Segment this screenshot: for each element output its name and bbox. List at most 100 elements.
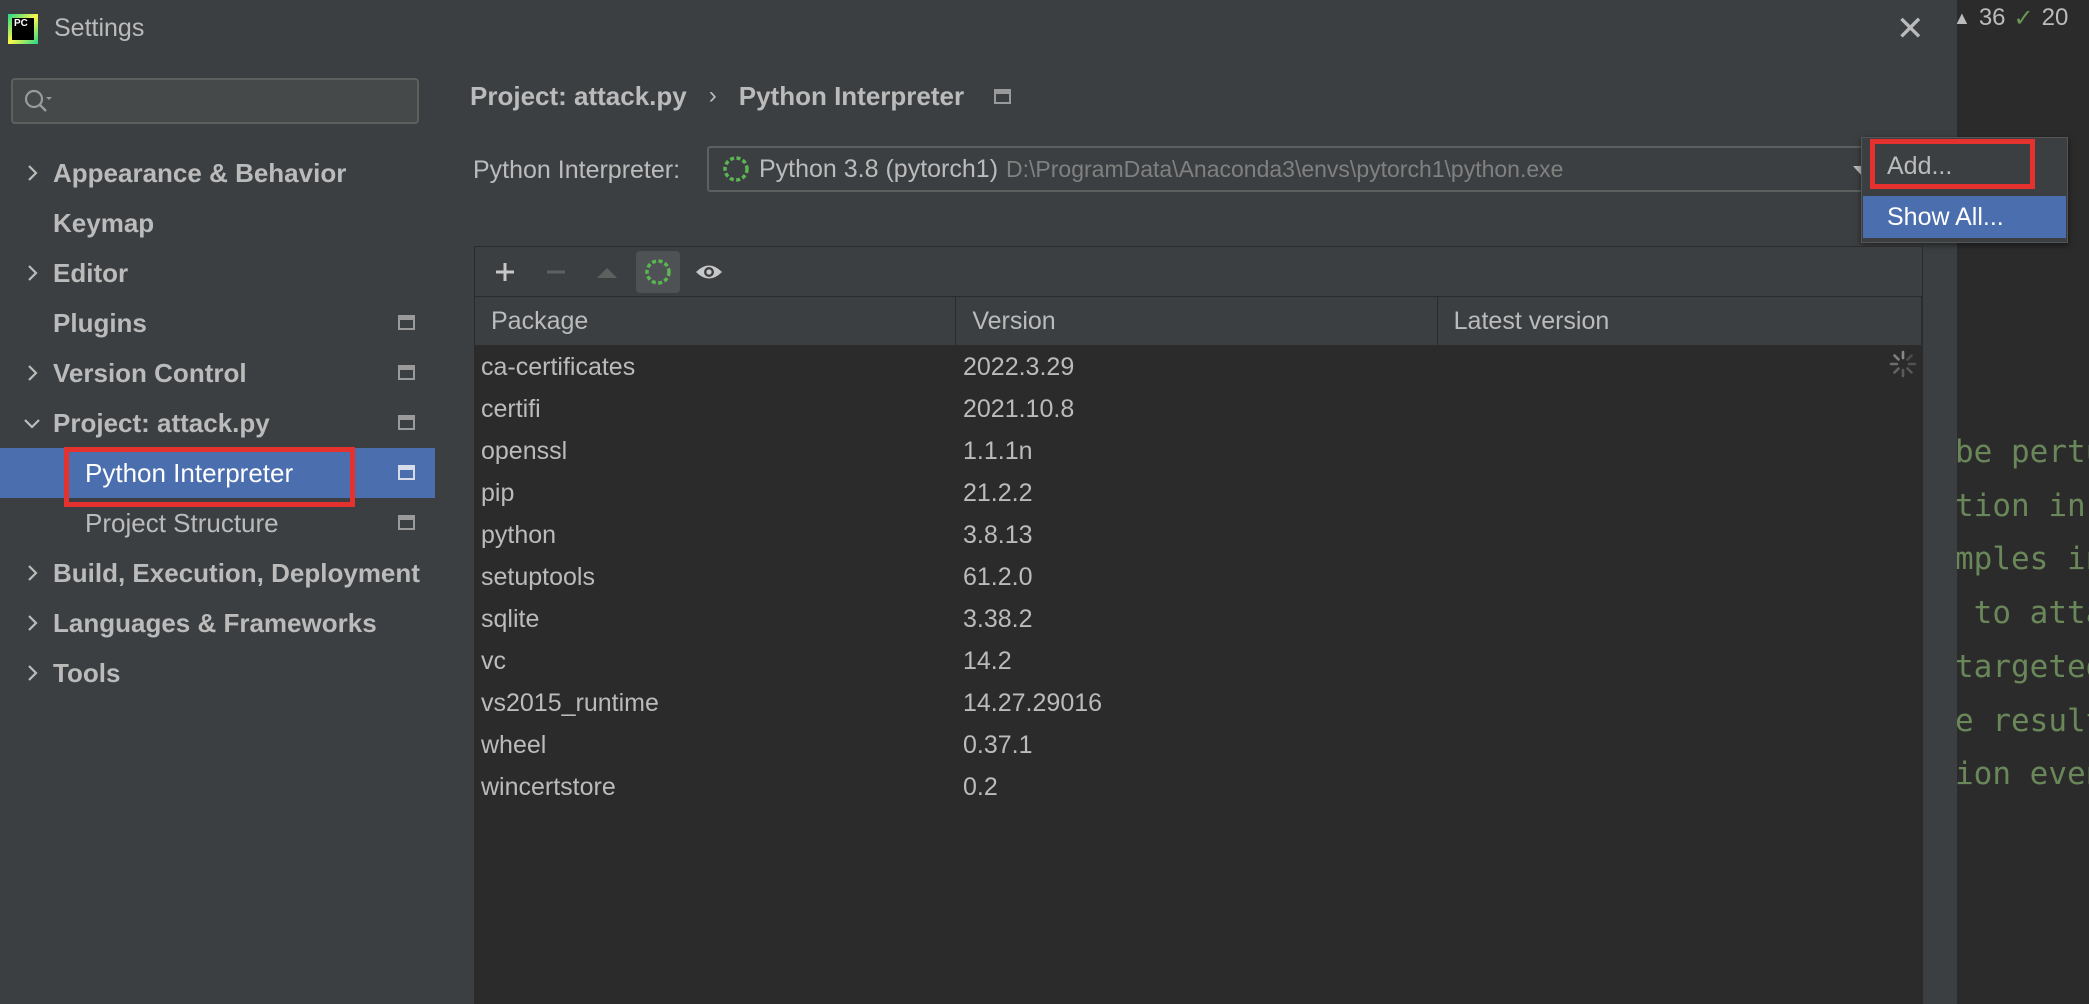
settings-tree: Appearance & Behavior Keymap Editor Plugins… xyxy=(0,148,435,698)
project-scope-icon xyxy=(398,515,415,530)
chevron-right-icon[interactable] xyxy=(22,663,42,683)
sidebar-item-label: Keymap xyxy=(53,207,155,238)
table-row[interactable]: openssl 1.1.1n xyxy=(475,430,1922,472)
code-line: be pertu xyxy=(1955,434,2089,470)
packages-table-header: Package Version Latest version xyxy=(475,297,1922,346)
package-version: 21.2.2 xyxy=(963,478,1033,507)
package-version: 2022.3.29 xyxy=(963,352,1075,381)
breadcrumb: Project: attack.py › Python Interpreter xyxy=(470,78,1012,114)
table-row[interactable]: sqlite 3.38.2 xyxy=(475,598,1922,640)
table-row[interactable]: vs2015_runtime 14.27.29016 xyxy=(475,682,1922,724)
package-name: openssl xyxy=(481,436,568,465)
pycharm-logo-icon: PC xyxy=(8,14,38,44)
package-name: wincertstore xyxy=(481,772,616,801)
package-version: 61.2.0 xyxy=(963,562,1033,591)
check-count: 20 xyxy=(2041,4,2069,31)
sidebar-item-languages-frameworks[interactable]: Languages & Frameworks xyxy=(0,598,435,648)
chevron-right-icon[interactable] xyxy=(22,163,42,183)
conda-env-icon xyxy=(723,156,749,182)
table-row[interactable]: ca-certificates 2022.3.29 xyxy=(475,346,1922,388)
package-name: ca-certificates xyxy=(481,352,636,381)
menu-item-show-all[interactable]: Show All... xyxy=(1863,196,2066,238)
menu-item-add[interactable]: Add... xyxy=(1863,146,2066,186)
sidebar-item-keymap[interactable]: Keymap xyxy=(0,198,435,248)
sidebar-item-label: Languages & Frameworks xyxy=(53,607,377,638)
show-early-releases-button[interactable] xyxy=(687,251,731,293)
chevron-right-icon[interactable] xyxy=(22,263,42,283)
package-name: setuptools xyxy=(481,562,595,591)
sidebar-item-project-attack-py[interactable]: Project: attack.py xyxy=(0,398,435,448)
sidebar-item-label: Plugins xyxy=(53,307,147,338)
column-header-package[interactable]: Package xyxy=(475,297,957,346)
warning-count: 36 xyxy=(1978,4,2006,31)
chevron-right-icon[interactable] xyxy=(22,563,42,583)
package-version: 0.2 xyxy=(963,772,998,801)
use-conda-button[interactable] xyxy=(636,251,680,293)
table-row[interactable]: wincertstore 0.2 xyxy=(475,766,1922,808)
package-version: 1.1.1n xyxy=(963,436,1033,465)
close-button[interactable]: ✕ xyxy=(1896,12,1925,46)
package-name: python xyxy=(481,520,557,549)
eye-icon xyxy=(696,265,722,279)
sidebar-item-project-structure[interactable]: Project Structure xyxy=(0,498,435,548)
table-row[interactable]: certifi 2021.10.8 xyxy=(475,388,1922,430)
sidebar-item-version-control[interactable]: Version Control xyxy=(0,348,435,398)
package-version: 0.37.1 xyxy=(963,730,1033,759)
code-line: targeted xyxy=(1955,648,2089,685)
code-line: to atta xyxy=(1973,595,2089,632)
sidebar-item-tools[interactable]: Tools xyxy=(0,648,435,698)
code-line: ion even xyxy=(1955,756,2089,793)
table-row[interactable]: vc 14.2 xyxy=(475,640,1922,682)
project-scope-icon xyxy=(994,88,1012,104)
table-row[interactable]: setuptools 61.2.0 xyxy=(475,556,1922,598)
sidebar-item-label: Python Interpreter xyxy=(85,457,294,488)
package-version: 2021.10.8 xyxy=(963,394,1075,423)
sidebar-item-appearance-behavior[interactable]: Appearance & Behavior xyxy=(0,148,435,198)
sidebar-item-build-execution-deployment[interactable]: Build, Execution, Deployment xyxy=(0,548,435,598)
sidebar-item-label: Editor xyxy=(53,257,129,288)
search-input[interactable] xyxy=(61,84,411,120)
sidebar-item-label: Project: attack.py xyxy=(53,407,270,438)
project-scope-icon xyxy=(398,415,415,430)
interpreter-name: Python 3.8 (pytorch1) xyxy=(759,154,999,183)
column-header-version[interactable]: Version xyxy=(956,297,1438,346)
sidebar-item-python-interpreter[interactable]: Python Interpreter xyxy=(0,448,435,498)
window-title: Settings xyxy=(54,14,145,42)
package-name: vc xyxy=(481,646,506,675)
package-version: 14.27.29016 xyxy=(963,688,1103,717)
uninstall-package-button[interactable] xyxy=(534,251,578,293)
breadcrumb-current: Python Interpreter xyxy=(738,80,965,111)
install-package-button[interactable] xyxy=(483,251,527,293)
package-name: certifi xyxy=(481,394,541,423)
breadcrumb-parent[interactable]: Project: attack.py xyxy=(470,81,687,112)
sidebar-item-label: Version Control xyxy=(53,357,247,388)
settings-search-field[interactable] xyxy=(11,78,419,124)
check-icon: ✓ xyxy=(2013,4,2034,32)
table-row[interactable]: wheel 0.37.1 xyxy=(475,724,1922,766)
sidebar-item-plugins[interactable]: Plugins xyxy=(0,298,435,348)
package-name: vs2015_runtime xyxy=(481,688,659,717)
title-bar: PC Settings ✕ xyxy=(0,0,1957,58)
sidebar-item-label: Tools xyxy=(53,657,121,688)
settings-content: Project: attack.py › Python Interpreter … xyxy=(435,58,2068,1004)
upgrade-package-button[interactable] xyxy=(585,251,629,293)
table-row[interactable]: pip 21.2.2 xyxy=(475,472,1922,514)
sidebar-item-label: Appearance & Behavior xyxy=(53,157,347,188)
settings-sidebar: Appearance & Behavior Keymap Editor Plugins… xyxy=(0,58,435,1004)
table-row[interactable]: python 3.8.13 xyxy=(475,514,1922,556)
code-line: e result xyxy=(1955,702,2089,739)
interpreter-gear-menu: Add... Show All... xyxy=(1861,137,2068,243)
sidebar-item-label: Build, Execution, Deployment xyxy=(53,557,420,588)
loading-spinner-icon xyxy=(1889,350,1917,378)
packages-table-body: ca-certificates 2022.3.29 certifi 2021.10.8… xyxy=(475,346,1922,808)
chevron-down-icon[interactable] xyxy=(22,413,42,433)
sidebar-item-editor[interactable]: Editor xyxy=(0,248,435,298)
code-line: tion in xyxy=(1955,487,2086,524)
package-version: 14.2 xyxy=(963,646,1012,675)
chevron-right-icon[interactable] xyxy=(22,613,42,633)
breadcrumb-separator: › xyxy=(708,82,717,109)
column-header-latest-version[interactable]: Latest version xyxy=(1438,297,1922,346)
interpreter-select[interactable]: Python 3.8 (pytorch1) D:\ProgramData\Ana… xyxy=(707,146,1887,192)
editor-code-lines: be pertu tion in mples in to atta targeted e… xyxy=(1955,426,2089,802)
chevron-right-icon[interactable] xyxy=(22,363,42,383)
